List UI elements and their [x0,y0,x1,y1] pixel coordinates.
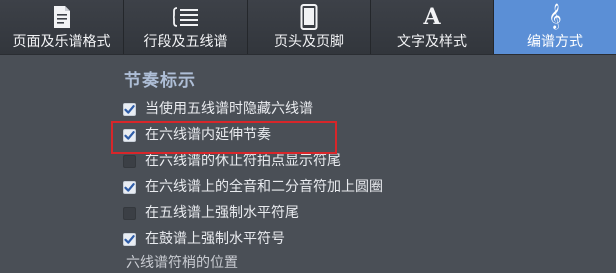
check-icon [124,234,135,244]
tab-page-format[interactable]: 页面及乐谱格式 [0,0,124,54]
option-label: 在五线谱上强制水平符尾 [145,205,299,221]
option-label: 在六线谱上的全音和二分音符加上圆圈 [145,179,383,195]
treble-clef-icon: 𝄞 [494,4,616,30]
option-show-stems-on-rests[interactable]: 在六线谱的休止符拍点显示符尾 [123,151,341,171]
tab-notation-style[interactable]: 𝄞 编谱方式 [494,0,616,54]
tab-systems-staves[interactable]: 行段及五线谱 [124,0,248,54]
tab-bar: 页面及乐谱格式 行段及五线谱 页头及页脚 A 文字及样式 𝄞 编谱方式 [0,0,616,55]
tab-label: 编谱方式 [527,34,583,50]
option-label: 当使用五线谱时隐藏六线谱 [145,101,313,117]
staff-lines-icon [124,4,247,30]
tab-header-footer[interactable]: 页头及页脚 [248,0,371,54]
checkbox-checked[interactable] [123,180,136,194]
letter-a-icon: A [371,4,493,30]
option-force-horizontal-beams-staff[interactable]: 在五线谱上强制水平符尾 [123,203,299,223]
tab-label: 文字及样式 [397,34,467,50]
phone-page-icon [248,4,370,30]
checkbox-unchecked[interactable] [123,206,136,220]
check-icon [124,104,135,114]
section-title: 节奏标示 [124,71,196,91]
checkbox-checked[interactable] [123,102,136,116]
tab-label: 页头及页脚 [274,34,344,50]
tab-text-styles[interactable]: A 文字及样式 [371,0,494,54]
option-label: 在六线谱的休止符拍点显示符尾 [145,153,341,169]
tab-label: 页面及乐谱格式 [12,34,111,50]
check-icon [124,182,135,192]
option-force-horizontal-drums[interactable]: 在鼓谱上强制水平符号 [123,229,285,249]
option-label: 在鼓谱上强制水平符号 [145,231,285,247]
option-circle-whole-half-notes[interactable]: 在六线谱上的全音和二分音符加上圆圈 [123,177,383,197]
treble-clef-glyph: 𝄞 [548,4,562,29]
checkbox-unchecked[interactable] [123,154,136,168]
letter-a-glyph: A [423,4,441,30]
tab-label: 行段及五线谱 [143,34,228,50]
page-icon [0,4,123,30]
option-hide-tab-when-staff[interactable]: 当使用五线谱时隐藏六线谱 [123,99,313,119]
next-setting-label-cut-off: 六线谱符梢的位置 [126,255,238,271]
red-highlight-box [111,121,337,154]
checkbox-checked[interactable] [123,232,136,246]
